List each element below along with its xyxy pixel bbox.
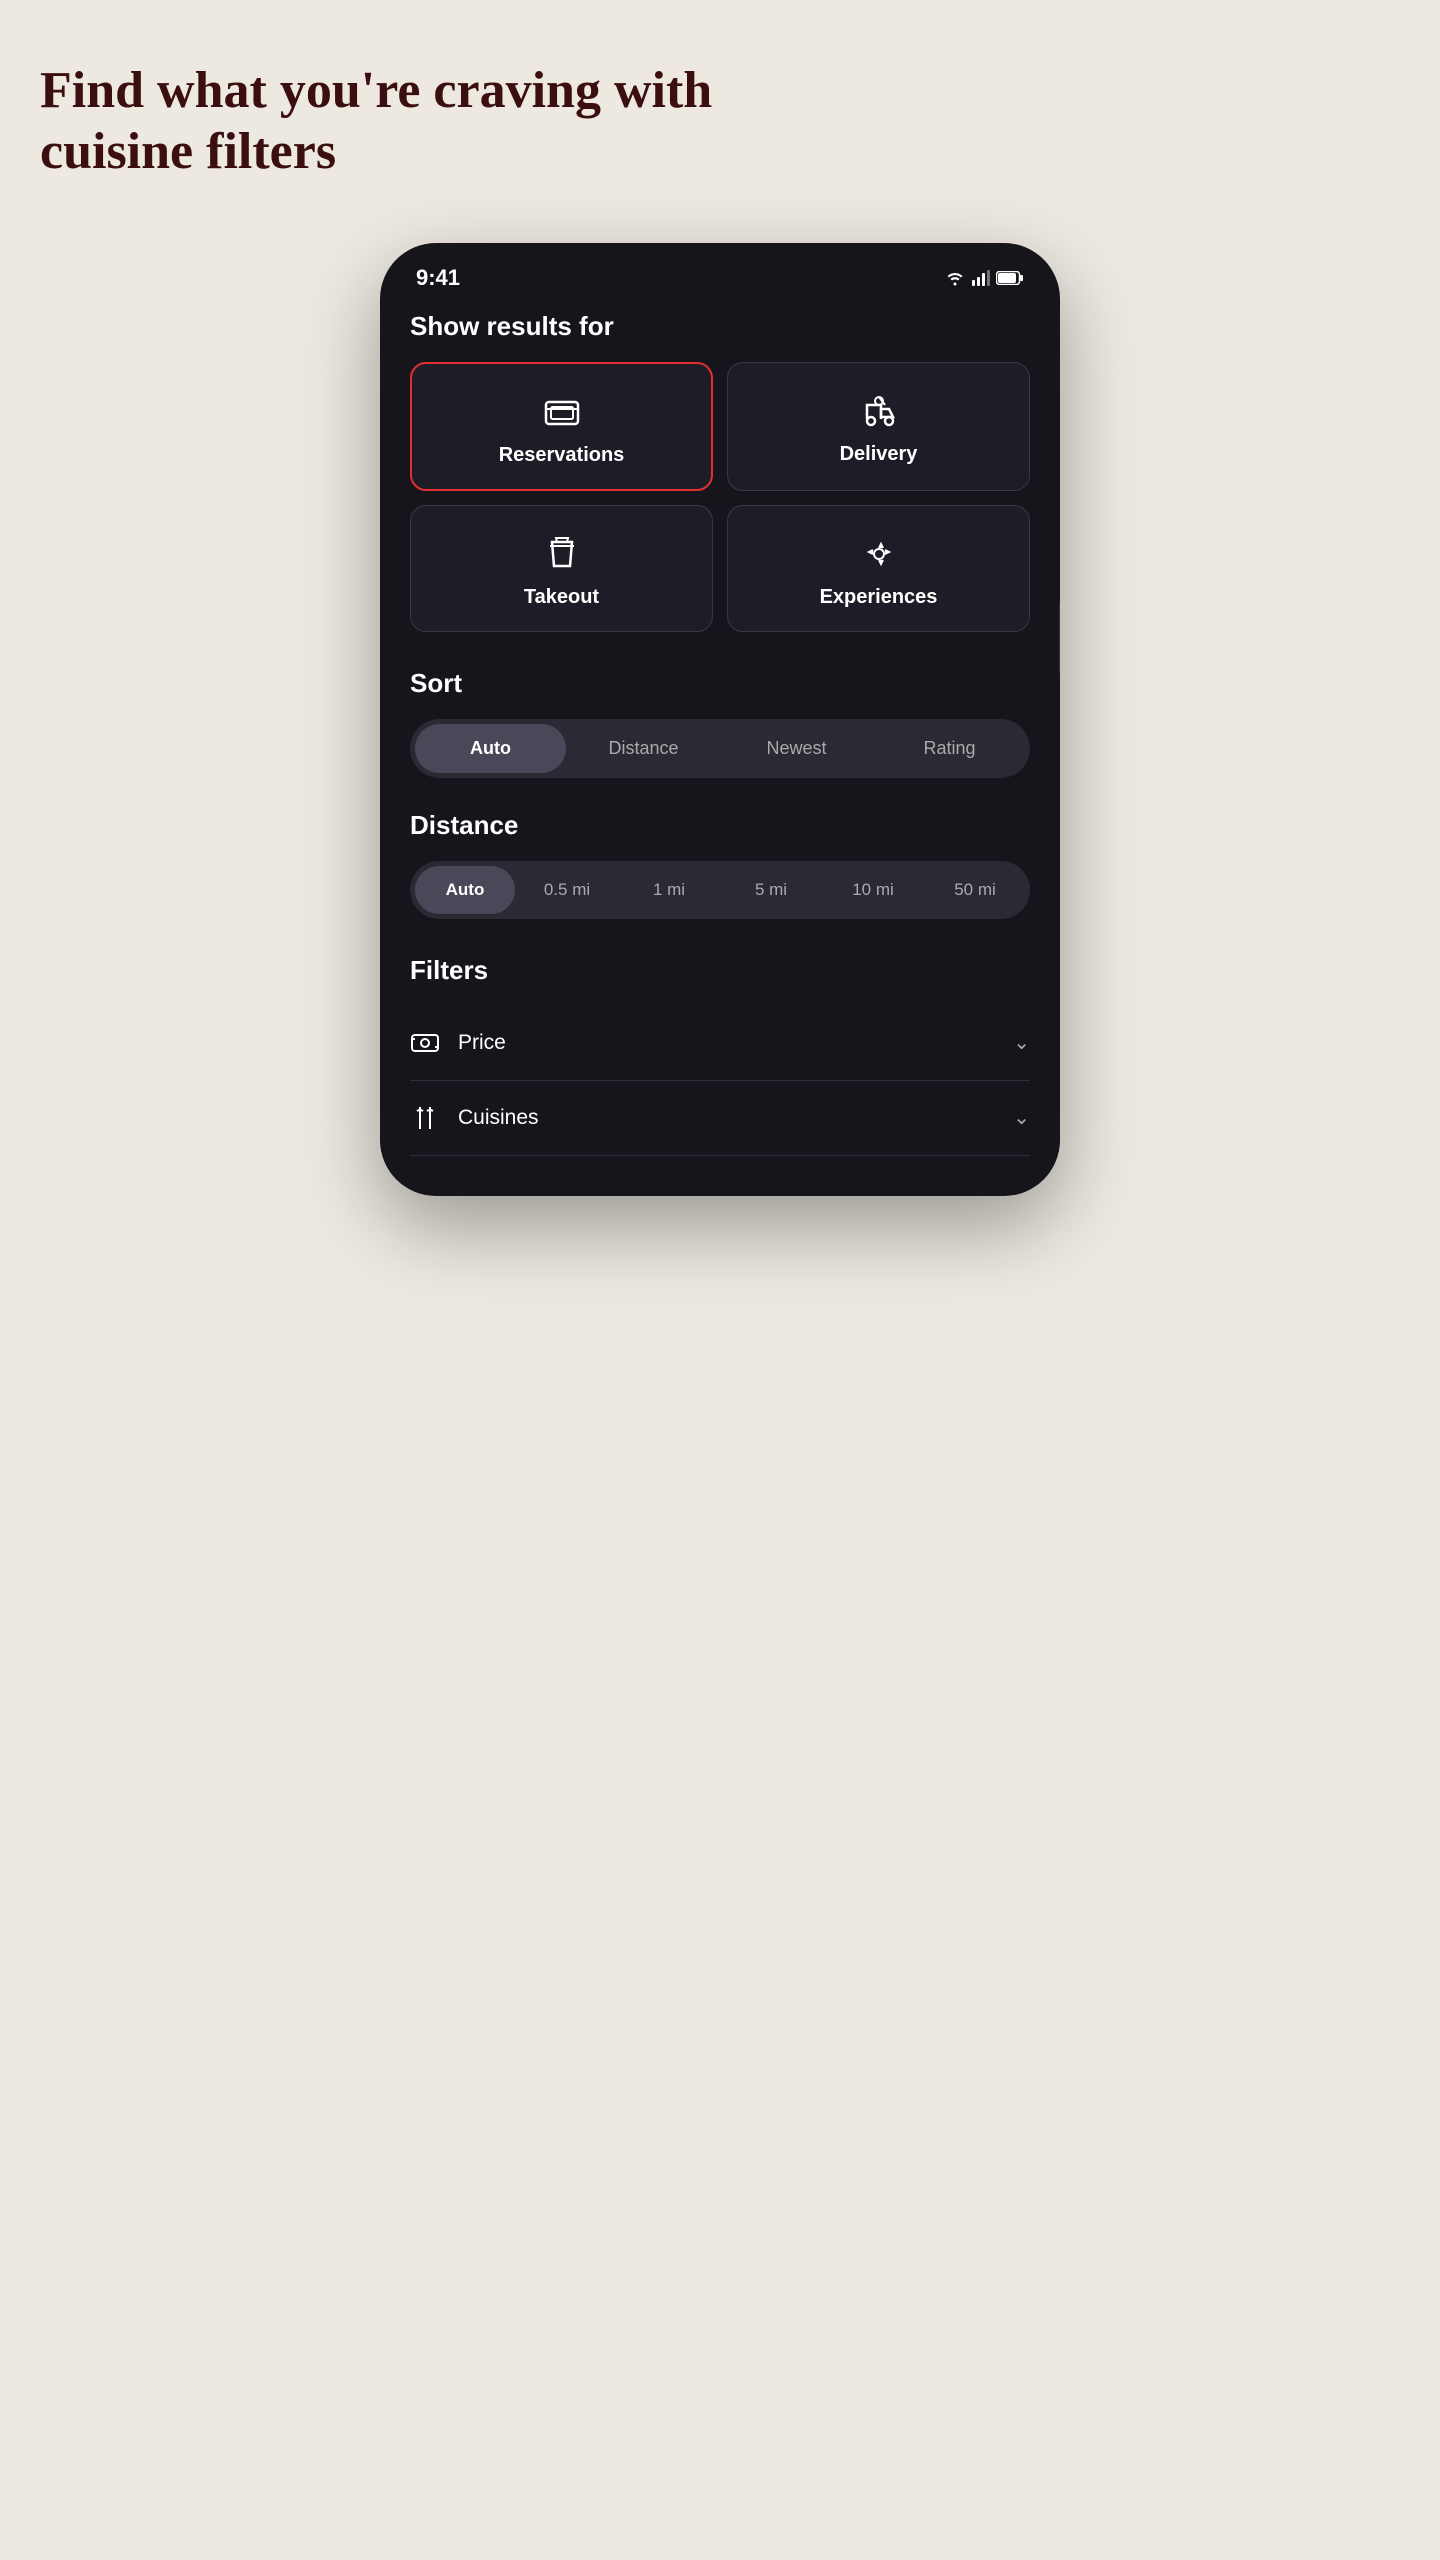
cuisines-label: Cuisines [458, 1106, 539, 1130]
sort-title: Sort [410, 668, 1030, 699]
battery-icon [996, 271, 1024, 285]
sort-section: Sort Auto Distance Newest Rating [410, 668, 1030, 778]
cuisines-filter-left: Cuisines [410, 1103, 539, 1133]
delivery-icon [859, 391, 899, 431]
takeout-icon [542, 534, 582, 574]
takeout-label: Takeout [524, 586, 599, 609]
distance-5mi[interactable]: 5 mi [721, 866, 821, 914]
cuisines-chevron-icon: ⌄ [1013, 1105, 1030, 1130]
results-grid: Reservations Delivery [410, 362, 1030, 632]
show-results-section: Show results for Reservations [410, 311, 1030, 632]
distance-section: Distance Auto 0.5 mi 1 mi 5 mi 10 mi 50 … [410, 810, 1030, 919]
reservations-icon [542, 392, 582, 432]
filters-title: Filters [410, 955, 1030, 986]
sort-distance[interactable]: Distance [568, 724, 719, 773]
show-results-title: Show results for [410, 311, 1030, 342]
phone-notch [660, 243, 780, 271]
sort-pill-group: Auto Distance Newest Rating [410, 719, 1030, 778]
reservations-button[interactable]: Reservations [410, 362, 713, 491]
filters-section: Filters Price ⌄ [410, 955, 1030, 1156]
sort-newest[interactable]: Newest [721, 724, 872, 773]
delivery-label: Delivery [840, 443, 918, 466]
signal-icon [972, 270, 990, 286]
sort-rating[interactable]: Rating [874, 724, 1025, 773]
cuisines-filter-row[interactable]: Cuisines ⌄ [410, 1081, 1030, 1156]
experiences-icon [859, 534, 899, 574]
distance-auto[interactable]: Auto [415, 866, 515, 914]
sort-auto[interactable]: Auto [415, 724, 566, 773]
status-time: 9:41 [416, 265, 460, 291]
phone-shell: 9:41 Show results for [380, 243, 1060, 1196]
distance-50mi[interactable]: 50 mi [925, 866, 1025, 914]
price-icon [410, 1028, 440, 1058]
distance-10mi[interactable]: 10 mi [823, 866, 923, 914]
price-label: Price [458, 1031, 506, 1055]
distance-pill-group: Auto 0.5 mi 1 mi 5 mi 10 mi 50 mi [410, 861, 1030, 919]
price-chevron-icon: ⌄ [1013, 1030, 1030, 1055]
experiences-button[interactable]: Experiences [727, 505, 1030, 632]
wifi-icon [944, 270, 966, 286]
distance-title: Distance [410, 810, 1030, 841]
distance-0.5mi[interactable]: 0.5 mi [517, 866, 617, 914]
delivery-button[interactable]: Delivery [727, 362, 1030, 491]
phone-content: Show results for Reservations [380, 301, 1060, 1196]
takeout-button[interactable]: Takeout [410, 505, 713, 632]
price-filter-row[interactable]: Price ⌄ [410, 1006, 1030, 1081]
distance-1mi[interactable]: 1 mi [619, 866, 719, 914]
hero-title: Find what you're craving with cuisine fi… [40, 60, 740, 183]
reservations-label: Reservations [499, 444, 625, 467]
experiences-label: Experiences [820, 586, 938, 609]
status-icons [944, 270, 1024, 286]
price-filter-left: Price [410, 1028, 506, 1058]
phone-side-button [1059, 603, 1060, 673]
cuisines-icon [410, 1103, 440, 1133]
